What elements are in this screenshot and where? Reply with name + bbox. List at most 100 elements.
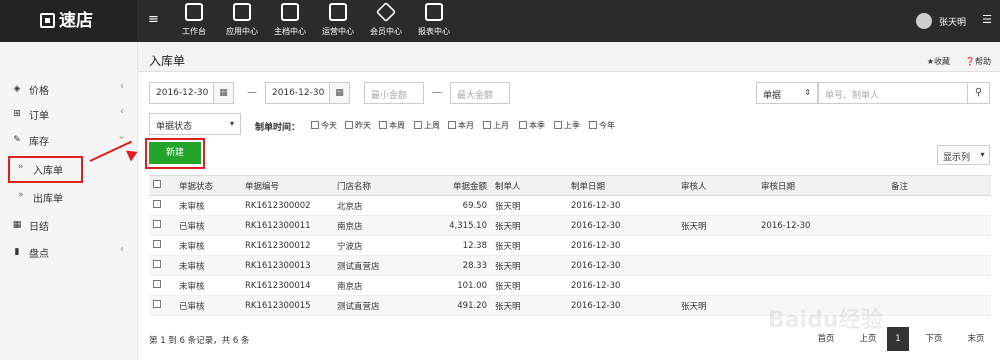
column-header[interactable]: 审核人 (677, 175, 757, 196)
row-select-cell[interactable] (149, 215, 175, 236)
chevron-down-icon[interactable]: ▾ (976, 145, 990, 165)
row-checkbox[interactable] (153, 300, 161, 308)
favorite-link[interactable]: ★收藏 (927, 56, 950, 67)
max-amount-input[interactable]: 最大金额 (450, 82, 510, 104)
user-menu-icon[interactable]: ☰ (982, 13, 992, 26)
nav-operations[interactable]: 运营中心 (314, 0, 362, 42)
checkbox[interactable] (414, 121, 422, 129)
table-cell: RK1612300012 (241, 235, 333, 256)
table-row[interactable]: 未审核 RK1612300014 南京店 101.00 张天明 2016-12-… (149, 275, 991, 296)
calendar-icon[interactable]: ▦ (330, 82, 350, 104)
row-checkbox[interactable] (153, 220, 161, 228)
row-select-cell[interactable] (149, 235, 175, 256)
search-input[interactable]: 单号、制单人 (818, 82, 968, 104)
sidebar-item-orders[interactable]: ⊞ 订单 ‹ (0, 103, 138, 125)
checkbox[interactable] (554, 121, 562, 129)
row-select-cell[interactable] (149, 275, 175, 296)
time-option-last-month[interactable]: 上月 (483, 120, 509, 131)
sidebar-item-stocktake[interactable]: ▮ 盘点 ‹ (0, 241, 138, 263)
time-option-yesterday[interactable]: 昨天 (345, 120, 371, 131)
status-select[interactable]: 单据状态 ▾ (149, 113, 241, 135)
column-header[interactable]: 制单日期 (567, 175, 677, 196)
column-header[interactable]: 制单人 (491, 175, 567, 196)
checkbox[interactable] (311, 121, 319, 129)
diamond-icon (375, 1, 397, 23)
min-amount-input[interactable]: 最小金额 (364, 82, 424, 104)
time-option-this-week[interactable]: 本周 (379, 120, 405, 131)
table-cell: 已审核 (175, 215, 241, 236)
row-select-cell[interactable] (149, 255, 175, 276)
monitor-icon (185, 3, 203, 21)
table-cell: 2016-12-30 (567, 295, 677, 316)
next-page-button[interactable]: 下页 (916, 327, 952, 351)
table-cell (677, 275, 757, 296)
table-cell: 张天明 (491, 235, 567, 256)
checkbox[interactable] (448, 121, 456, 129)
calendar-icon: ▦ (12, 220, 22, 230)
column-header[interactable]: 门店名称 (333, 175, 423, 196)
table-row[interactable]: 已审核 RK1612300011 南京店 4,315.10 张天明 2016-1… (149, 215, 991, 236)
time-option-label: 本月 (458, 121, 474, 130)
updown-caret-icon: ⇕ (804, 88, 811, 97)
main-content: 入库单 ★收藏 ❓帮助 2016-12-30 ▦ — 2016-12-30 ▦ … (138, 42, 1000, 360)
row-checkbox[interactable] (153, 260, 161, 268)
avatar[interactable] (916, 13, 932, 29)
last-page-button[interactable]: 末页 (958, 327, 994, 351)
nav-master-data[interactable]: 主档中心 (266, 0, 314, 42)
table-row[interactable]: 未审核 RK1612300013 测试直营店 28.33 张天明 2016-12… (149, 255, 991, 276)
table-cell (887, 195, 991, 216)
sidebar-item-label: 订单 (29, 111, 49, 122)
calendar-icon[interactable]: ▦ (214, 82, 234, 104)
time-option-label: 上月 (493, 121, 509, 130)
row-checkbox[interactable] (153, 240, 161, 248)
checkbox[interactable] (589, 121, 597, 129)
table-cell: 南京店 (333, 275, 423, 296)
chevron-left-icon: ‹ (120, 106, 124, 117)
menu-toggle-icon[interactable]: ≡ (148, 12, 159, 28)
nav-members[interactable]: 会员中心 (362, 0, 410, 42)
row-checkbox[interactable] (153, 280, 161, 288)
time-option-last-quarter[interactable]: 上季 (554, 120, 580, 131)
column-header[interactable]: 单据编号 (241, 175, 333, 196)
nav-workbench[interactable]: 工作台 (170, 0, 218, 42)
date-to-input[interactable]: 2016-12-30 (265, 82, 330, 104)
time-option-this-year[interactable]: 今年 (589, 120, 615, 131)
column-header[interactable]: 单据状态 (175, 175, 241, 196)
table-cell: 69.50 (423, 195, 491, 216)
current-page-button[interactable]: 1 (887, 327, 909, 351)
search-icon[interactable]: ⚲ (968, 82, 990, 104)
column-header[interactable]: 审核日期 (757, 175, 887, 196)
sidebar-item-stock-out[interactable]: » 出库单 (0, 186, 138, 208)
checkbox[interactable] (519, 121, 527, 129)
checkbox[interactable] (345, 121, 353, 129)
sidebar-item-daily-close[interactable]: ▦ 日结 (0, 214, 138, 236)
checkbox[interactable] (483, 121, 491, 129)
select-all-header[interactable] (149, 175, 175, 196)
row-checkbox[interactable] (153, 200, 161, 208)
app-logo[interactable]: 速店 (0, 0, 137, 42)
table-cell: 2016-12-30 (567, 275, 677, 296)
user-name[interactable]: 张天明 (939, 15, 966, 28)
time-option-this-quarter[interactable]: 本季 (519, 120, 545, 131)
sidebar-item-price[interactable]: ◈ 价格 ‹ (0, 78, 138, 100)
page-title: 入库单 (149, 54, 186, 68)
help-label: 帮助 (975, 57, 991, 66)
time-option-this-month[interactable]: 本月 (448, 120, 474, 131)
search-type-select[interactable]: 单据 ⇕ (756, 82, 818, 104)
time-option-today[interactable]: 今天 (311, 120, 337, 131)
table-row[interactable]: 未审核 RK1612300002 北京店 69.50 张天明 2016-12-3… (149, 195, 991, 216)
nav-app-center[interactable]: 应用中心 (218, 0, 266, 42)
sidebar-item-label: 出库单 (33, 194, 63, 205)
table-cell (677, 195, 757, 216)
column-header[interactable]: 备注 (887, 175, 991, 196)
help-link[interactable]: ❓帮助 (965, 56, 991, 67)
table-row[interactable]: 未审核 RK1612300012 宁波店 12.38 张天明 2016-12-3… (149, 235, 991, 256)
nav-reports[interactable]: 报表中心 (410, 0, 458, 42)
time-option-last-week[interactable]: 上周 (414, 120, 440, 131)
select-all-checkbox[interactable] (153, 180, 161, 188)
row-select-cell[interactable] (149, 195, 175, 216)
checkbox[interactable] (379, 121, 387, 129)
row-select-cell[interactable] (149, 295, 175, 316)
column-header[interactable]: 单据金额 (423, 175, 491, 196)
date-from-input[interactable]: 2016-12-30 (149, 82, 214, 104)
